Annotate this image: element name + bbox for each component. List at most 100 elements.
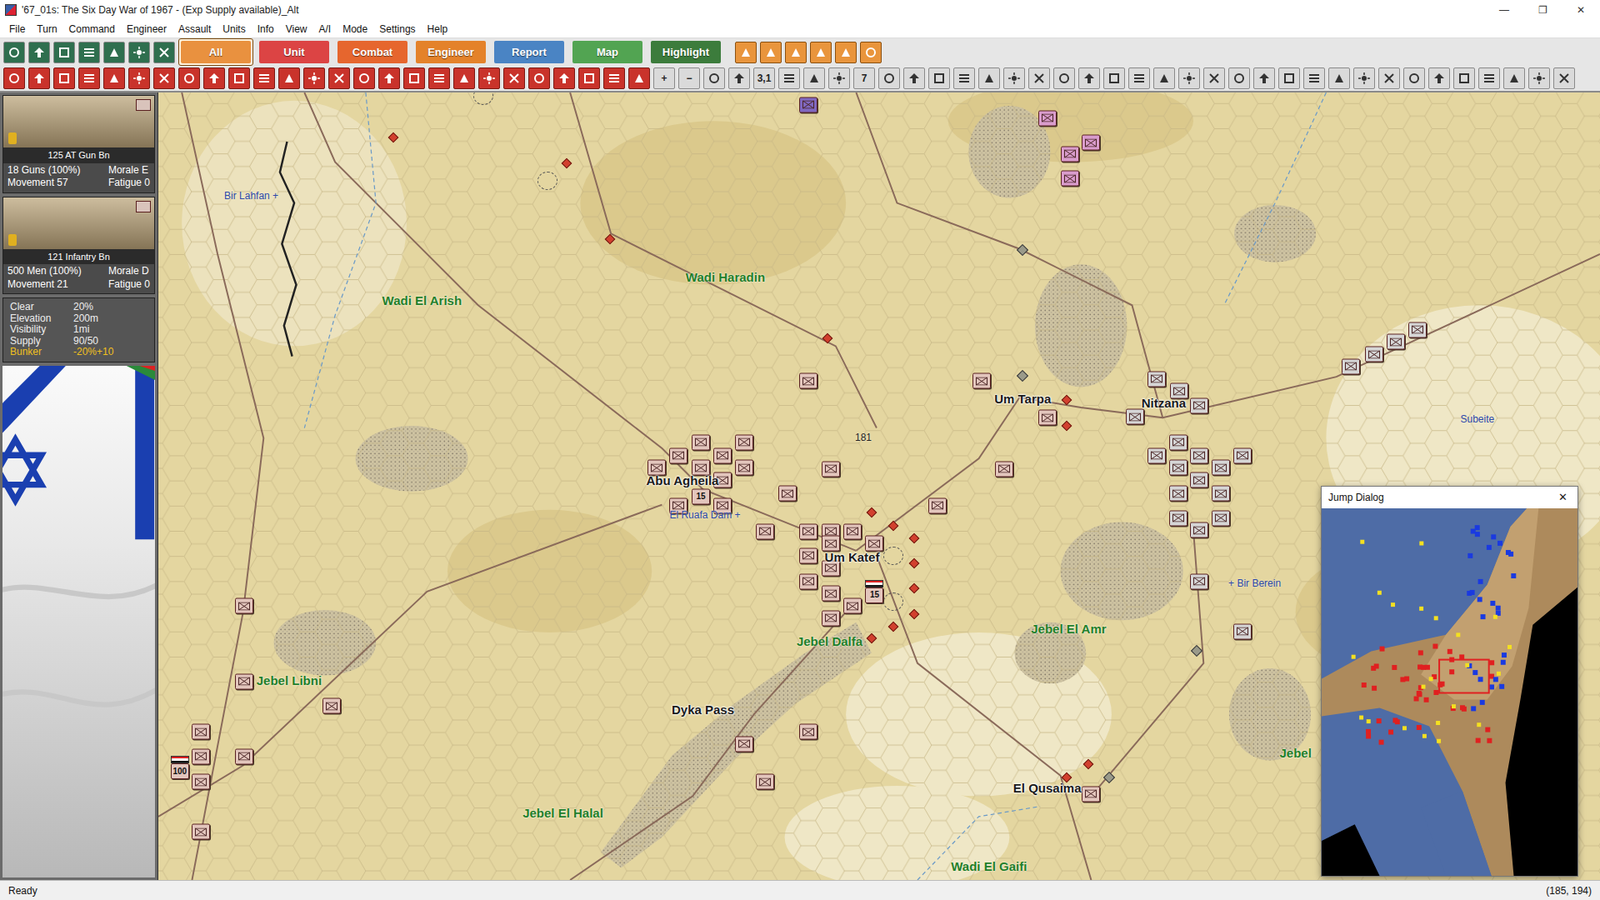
unit-counter[interactable] (1211, 510, 1230, 526)
unit-counter[interactable] (1190, 573, 1209, 590)
unit-counter[interactable] (235, 748, 254, 765)
tool-button[interactable] (28, 41, 50, 64)
unit-counter[interactable] (865, 535, 884, 552)
command-button[interactable] (1453, 67, 1475, 90)
menu-item[interactable]: Help (421, 20, 455, 38)
playback-button[interactable] (735, 41, 757, 64)
unit-counter[interactable] (1060, 145, 1080, 162)
menu-item[interactable]: A/I (313, 20, 338, 38)
command-button[interactable] (228, 67, 250, 90)
unit-counter[interactable] (1233, 623, 1252, 640)
unit-counter[interactable] (735, 735, 754, 752)
command-button[interactable] (703, 67, 725, 90)
command-button[interactable] (1178, 67, 1200, 90)
playback-button[interactable] (835, 41, 857, 64)
command-button[interactable] (1328, 67, 1350, 90)
unit-counter[interactable] (778, 485, 797, 502)
command-button[interactable] (78, 67, 100, 90)
unit-counter[interactable] (191, 824, 210, 840)
command-button[interactable] (553, 67, 575, 90)
command-button[interactable] (1503, 67, 1525, 90)
unit-counter[interactable] (821, 460, 840, 477)
unit-counter[interactable] (1147, 370, 1166, 387)
unit-counter[interactable]: 15 (691, 488, 710, 505)
command-button[interactable] (953, 67, 975, 90)
unit-counter[interactable]: 15 (865, 580, 884, 604)
command-button[interactable]: 3,1 (753, 67, 775, 90)
window-control-button[interactable]: ❐ (1523, 0, 1562, 20)
unit-counter[interactable] (995, 460, 1014, 477)
command-button[interactable] (28, 67, 50, 90)
unit-counter[interactable] (821, 585, 840, 602)
menu-item[interactable]: Mode (336, 20, 374, 38)
command-button[interactable] (153, 67, 175, 90)
window-control-button[interactable]: ✕ (1561, 0, 1600, 20)
command-button[interactable] (1528, 67, 1550, 90)
command-button[interactable] (328, 67, 350, 90)
unit-counter[interactable] (843, 523, 862, 540)
unit-counter[interactable] (1081, 785, 1100, 802)
command-button[interactable] (1128, 67, 1150, 90)
unit-counter[interactable]: 100 (170, 755, 190, 780)
playback-button[interactable] (760, 41, 782, 64)
unit-counter[interactable] (1147, 447, 1166, 464)
mode-tab[interactable]: Combat (335, 38, 410, 67)
command-button[interactable] (53, 67, 75, 90)
unit-counter[interactable] (735, 434, 754, 450)
command-button[interactable] (903, 67, 925, 90)
unit-counter[interactable] (1386, 334, 1405, 350)
unit-counter[interactable] (1038, 110, 1057, 126)
unit-counter[interactable] (1060, 170, 1080, 187)
command-button[interactable] (278, 67, 300, 90)
command-button[interactable] (528, 67, 550, 90)
mode-tab[interactable]: Map (570, 38, 645, 67)
menu-item[interactable]: Settings (373, 20, 421, 38)
unit-counter[interactable] (691, 460, 710, 476)
playback-button[interactable] (785, 41, 807, 64)
command-button[interactable] (378, 67, 400, 90)
command-button[interactable] (778, 67, 800, 90)
unit-counter[interactable] (1211, 460, 1230, 476)
command-button[interactable] (1353, 67, 1375, 90)
command-button[interactable] (1053, 67, 1075, 90)
menu-item[interactable]: View (280, 20, 314, 38)
tool-button[interactable] (78, 41, 100, 64)
unit-counter[interactable] (1190, 447, 1209, 464)
tool-button[interactable] (53, 41, 75, 64)
command-button[interactable] (453, 67, 475, 90)
playback-button[interactable] (860, 41, 882, 64)
unit-counter[interactable] (799, 724, 818, 740)
unit-counter[interactable] (1341, 358, 1360, 375)
unit-counter[interactable] (1169, 434, 1188, 450)
jump-dialog[interactable]: Jump Dialog✕ (1320, 485, 1579, 877)
unit-counter[interactable] (1169, 460, 1188, 476)
unit-counter[interactable] (799, 523, 818, 540)
mode-tab[interactable]: Highlight (648, 38, 724, 67)
unit-counter[interactable] (235, 673, 254, 690)
command-button[interactable] (603, 67, 625, 90)
unit-counter[interactable] (1038, 410, 1057, 426)
menu-item[interactable]: File (3, 20, 31, 38)
command-button[interactable] (728, 67, 750, 90)
unit-counter[interactable] (799, 373, 818, 390)
command-button[interactable] (203, 67, 225, 90)
unit-counter[interactable] (1190, 522, 1209, 539)
command-button[interactable]: − (678, 67, 700, 90)
command-button[interactable] (928, 67, 950, 90)
unit-counter[interactable] (1125, 409, 1145, 425)
command-button[interactable]: 7 (853, 67, 875, 90)
unit-counter[interactable] (191, 748, 210, 765)
command-button[interactable] (803, 67, 825, 90)
command-button[interactable] (1278, 67, 1300, 90)
unit-counter[interactable] (191, 724, 210, 740)
unit-counter[interactable] (755, 774, 775, 790)
mode-tab[interactable]: Report (491, 38, 567, 67)
menu-item[interactable]: Command (63, 20, 121, 38)
tool-button[interactable] (3, 41, 25, 64)
command-button[interactable] (1378, 67, 1400, 90)
hex-map[interactable]: 1515100Bir Lahfan +Wadi El ArishWadi Har… (158, 92, 1600, 880)
unit-counter[interactable] (1190, 397, 1209, 414)
command-button[interactable] (103, 67, 125, 90)
mode-tab[interactable]: Unit (256, 38, 332, 67)
command-button[interactable] (3, 67, 25, 90)
